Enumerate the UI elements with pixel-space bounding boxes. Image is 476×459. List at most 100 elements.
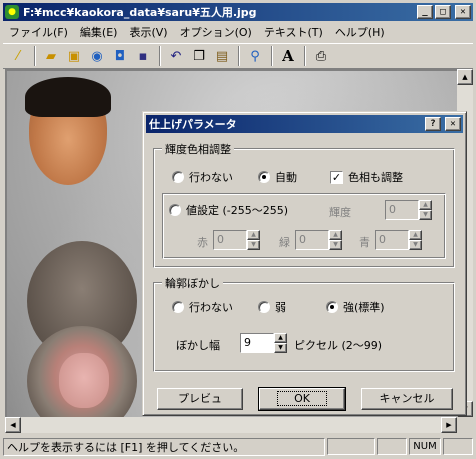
toolbar-separator — [304, 46, 306, 66]
radio-icon — [169, 204, 181, 216]
brightness-spin-arrows: ▲ ▼ — [419, 200, 432, 220]
radio-icon — [258, 301, 270, 313]
spin-down-icon: ▼ — [329, 240, 342, 250]
spin-up-icon: ▲ — [419, 200, 432, 210]
menu-text[interactable]: テキスト(T) — [258, 24, 329, 40]
zoom-icon[interactable]: ⚲ — [244, 45, 266, 67]
monkey-face — [59, 353, 109, 408]
blur-width-label: ぼかし幅 — [176, 339, 220, 352]
blur-option-strong[interactable]: 強(標準) — [326, 299, 385, 315]
scroll-left-icon[interactable]: ◀ — [5, 417, 21, 433]
green-spin-arrows: ▲ ▼ — [329, 230, 342, 250]
dialog-title-bar[interactable]: 仕上げパラメータ ? ✕ — [146, 115, 463, 133]
status-cell — [443, 438, 473, 455]
spin-up-icon: ▲ — [247, 230, 260, 240]
blur-width-spin-arrows[interactable]: ▲ ▼ — [274, 333, 287, 353]
brightness-option-auto[interactable]: 自動 — [258, 169, 297, 185]
title-bar[interactable]: ● F:¥mcc¥kaokora_data¥saru¥五人用.jpg _ □ ✕ — [3, 3, 473, 21]
horizontal-scrollbar[interactable]: ◀ ▶ — [5, 417, 457, 433]
blur-unit-label: ピクセル (2〜99) — [294, 339, 383, 352]
toolbar-separator — [159, 46, 161, 66]
radio-icon — [258, 171, 270, 183]
radio-icon — [172, 301, 184, 313]
edge-blur-group: 輪郭ぼかし 行わない 弱 強(標準) ぼかし幅 9 ▲ ▼ ピクセル (2〜99… — [153, 275, 455, 372]
cancel-button[interactable]: キャンセル — [361, 388, 453, 410]
paste-icon[interactable]: ▤ — [211, 45, 233, 67]
minimize-button[interactable]: _ — [417, 5, 433, 19]
adjust-hue-checkbox[interactable]: ✓ 色相も調整 — [330, 169, 403, 185]
radio-icon — [326, 301, 338, 313]
toolbar-separator — [34, 46, 36, 66]
undo-icon[interactable]: ↶ — [165, 45, 187, 67]
print-icon[interactable]: ⎙ — [310, 45, 332, 67]
menu-bar: ファイル(F) 編集(E) 表示(V) オプション(O) テキスト(T) ヘルプ… — [3, 22, 473, 41]
spin-up-icon[interactable]: ▲ — [274, 333, 287, 343]
toolbar-separator — [238, 46, 240, 66]
status-text: ヘルプを表示するには [F1] を押してください。 — [3, 437, 325, 456]
status-cell — [377, 438, 407, 455]
blur-width-spinner[interactable]: 9 ▲ ▼ — [240, 333, 287, 353]
blue-spinner: 0 ▲ ▼ — [375, 230, 422, 250]
app-icon[interactable]: ● — [5, 5, 19, 19]
open-folder-icon[interactable]: ▰ — [40, 45, 62, 67]
blur-option-weak[interactable]: 弱 — [258, 299, 286, 315]
spin-down-icon: ▼ — [409, 240, 422, 250]
finish-parameters-dialog: 仕上げパラメータ ? ✕ 輝度色相調整 行わない 自動 ✓ 色相も調整 値設定 … — [142, 111, 467, 416]
green-label: 緑 — [279, 236, 290, 249]
menu-view[interactable]: 表示(V) — [123, 24, 173, 40]
dialog-close-button[interactable]: ✕ — [445, 117, 461, 131]
spin-up-icon: ▲ — [409, 230, 422, 240]
ok-button[interactable]: OK — [258, 387, 346, 411]
status-bar: ヘルプを表示するには [F1] を押してください。 NUM — [3, 437, 473, 456]
blue-spin-arrows: ▲ ▼ — [409, 230, 422, 250]
value-setting-group: 値設定 (-255〜255) 輝度 0 ▲ ▼ 赤 0 ▲ ▼ 緑 0 ▲ ▼ … — [162, 193, 446, 259]
window-title: F:¥mcc¥kaokora_data¥saru¥五人用.jpg — [23, 6, 257, 19]
green-spinner: 0 ▲ ▼ — [295, 230, 342, 250]
save-icon[interactable]: ▪ — [132, 45, 154, 67]
close-button[interactable]: ✕ — [455, 5, 471, 19]
brightness-spinner: 0 ▲ ▼ — [385, 200, 432, 220]
toolbar-separator — [271, 46, 273, 66]
red-label: 赤 — [197, 236, 208, 249]
menu-file[interactable]: ファイル(F) — [3, 24, 74, 40]
radio-icon — [172, 171, 184, 183]
red-value-field: 0 — [213, 230, 247, 250]
copy-icon[interactable]: ❐ — [188, 45, 210, 67]
preview-button[interactable]: プレビュ — [157, 388, 243, 410]
brightness-value-field: 0 — [385, 200, 419, 220]
blur-width-input[interactable]: 9 — [240, 333, 274, 353]
status-cell — [327, 438, 375, 455]
menu-edit[interactable]: 編集(E) — [74, 24, 124, 40]
brightness-option-none[interactable]: 行わない — [172, 169, 233, 185]
magic-wand-icon[interactable]: ⁄ — [7, 45, 29, 67]
text-icon[interactable]: A — [277, 45, 299, 67]
status-num-lock: NUM — [409, 438, 441, 455]
blur-option-none[interactable]: 行わない — [172, 299, 233, 315]
edge-blur-legend: 輪郭ぼかし — [162, 275, 223, 291]
menu-options[interactable]: オプション(O) — [174, 24, 258, 40]
toolbar: ⁄ ▰ ▣ ◉ ◘ ▪ ↶ ❐ ▤ ⚲ A ⎙ — [3, 43, 473, 69]
red-spin-arrows: ▲ ▼ — [247, 230, 260, 250]
capture-icon[interactable]: ◉ — [86, 45, 108, 67]
scroll-up-icon[interactable]: ▲ — [457, 69, 473, 85]
help-button[interactable]: ? — [425, 117, 441, 131]
open-multiple-icon[interactable]: ▣ — [63, 45, 85, 67]
brightness-hue-group: 輝度色相調整 行わない 自動 ✓ 色相も調整 値設定 (-255〜255) 輝度… — [153, 141, 455, 268]
spin-down-icon[interactable]: ▼ — [274, 343, 287, 353]
menu-help[interactable]: ヘルプ(H) — [329, 24, 391, 40]
brightness-hue-legend: 輝度色相調整 — [162, 141, 234, 157]
blue-value-field: 0 — [375, 230, 409, 250]
camera-icon[interactable]: ◘ — [109, 45, 131, 67]
brightness-option-value[interactable]: 値設定 (-255〜255) — [169, 202, 288, 218]
red-spinner: 0 ▲ ▼ — [213, 230, 260, 250]
green-value-field: 0 — [295, 230, 329, 250]
maximize-button[interactable]: □ — [435, 5, 451, 19]
face-overlay-hair — [25, 77, 111, 117]
spin-up-icon: ▲ — [329, 230, 342, 240]
dialog-title: 仕上げパラメータ — [149, 118, 237, 131]
spin-down-icon: ▼ — [419, 210, 432, 220]
brightness-label: 輝度 — [329, 206, 351, 219]
spin-down-icon: ▼ — [247, 240, 260, 250]
blue-label: 青 — [359, 236, 370, 249]
scroll-right-icon[interactable]: ▶ — [441, 417, 457, 433]
